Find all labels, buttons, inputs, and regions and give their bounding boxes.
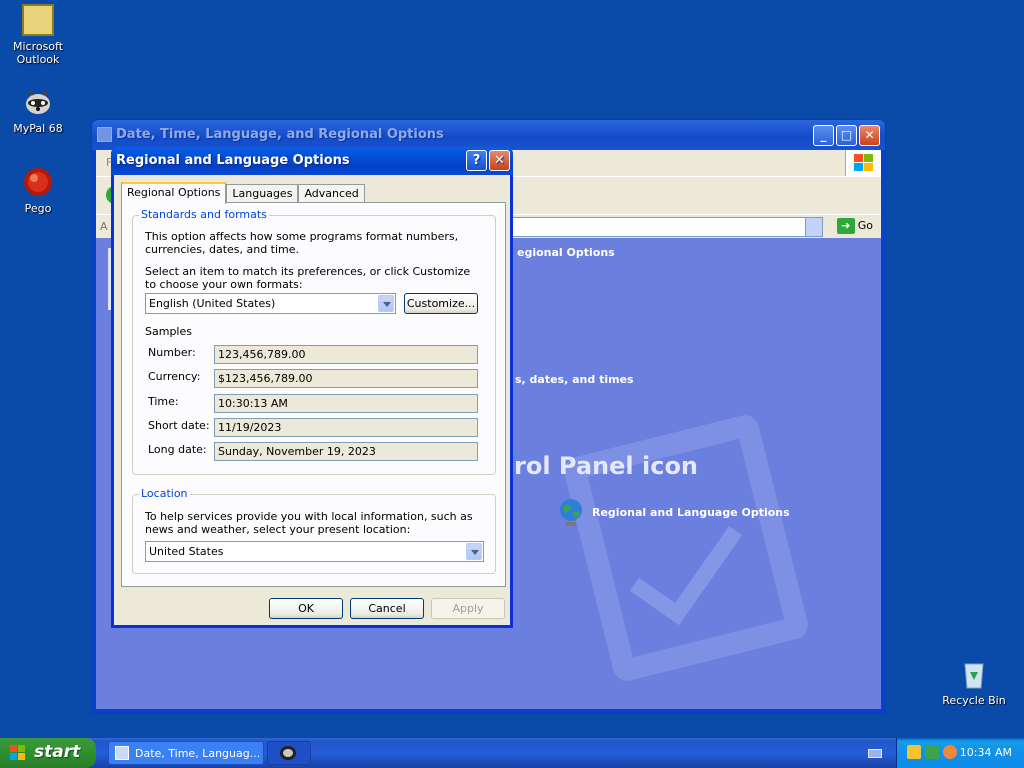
taskbar-item-label: Date, Time, Languag... — [135, 747, 261, 760]
windows-logo-icon — [845, 150, 881, 176]
location-select-value: United States — [149, 545, 224, 558]
locale-select[interactable]: English (United States) — [145, 293, 396, 314]
maximize-button[interactable]: □ — [836, 125, 857, 146]
apply-button[interactable]: Apply — [431, 598, 505, 619]
sample-time-label: Time: — [148, 395, 179, 408]
taskbar-item-control-panel[interactable]: Date, Time, Languag... — [108, 741, 264, 765]
raccoon-icon — [280, 746, 296, 760]
tab-pane-regional-options: Standards and formats This option affect… — [121, 202, 506, 587]
samples-label: Samples — [145, 325, 192, 338]
sample-short-date-value: 11/19/2023 — [214, 418, 478, 437]
locale-select-value: English (United States) — [149, 297, 276, 310]
help-button[interactable]: ? — [466, 150, 487, 171]
standards-formats-label: Standards and formats — [139, 208, 269, 221]
location-select[interactable]: United States — [145, 541, 484, 562]
customize-button[interactable]: Customize... — [404, 293, 478, 314]
taskbar: start Date, Time, Languag... 10:34 AM — [0, 738, 1024, 768]
security-shield-icon[interactable] — [907, 745, 921, 759]
control-panel-icon — [115, 746, 129, 760]
start-button[interactable]: start — [0, 738, 96, 768]
control-panel-icon — [97, 127, 112, 142]
control-panel-titlebar[interactable]: Date, Time, Language, and Regional Optio… — [92, 120, 885, 150]
globe-icon — [560, 499, 582, 526]
desktop-icon-label: Recycle Bin — [942, 694, 1006, 707]
clock: 10:34 AM — [959, 746, 1012, 759]
outlook-icon — [22, 4, 54, 36]
desktop-icon-recycle-bin[interactable]: Recycle Bin — [936, 658, 1012, 707]
recycle-bin-icon — [958, 658, 990, 690]
chevron-down-icon[interactable] — [378, 295, 394, 312]
dialog-title: Regional and Language Options — [116, 153, 350, 168]
desktop-icon-label: Microsoft Outlook — [12, 40, 64, 66]
dialog-titlebar[interactable]: Regional and Language Options ? ✕ — [111, 147, 513, 175]
sample-time-value: 10:30:13 AM — [214, 394, 478, 413]
cancel-button[interactable]: Cancel — [350, 598, 424, 619]
go-label: Go — [857, 219, 873, 232]
heading-regional-options: egional Options — [517, 246, 615, 259]
system-tray: 10:34 AM — [896, 738, 1024, 768]
location-description: To help services provide you with local … — [145, 510, 473, 536]
tab-strip: Regional Options Languages Advanced — [121, 181, 365, 204]
raccoon-icon — [22, 86, 54, 118]
sample-number-value: 123,456,789.00 — [214, 345, 478, 364]
sample-short-date-label: Short date: — [148, 419, 210, 432]
network-icon[interactable] — [925, 745, 939, 759]
location-label: Location — [139, 487, 190, 500]
close-button[interactable]: ✕ — [489, 150, 510, 171]
pego-icon — [22, 166, 54, 198]
regional-language-dialog[interactable]: Regional and Language Options ? ✕ Region… — [111, 147, 513, 628]
tab-regional-options[interactable]: Regional Options — [121, 182, 227, 204]
sample-currency-value: $123,456,789.00 — [214, 369, 478, 388]
sample-number-label: Number: — [148, 346, 196, 359]
window-controls: _ □ ✕ — [813, 125, 880, 146]
desktop-icon-label: MyPal 68 — [13, 122, 63, 135]
heading-pick-icon: rol Panel icon — [514, 452, 699, 480]
task-customize-formats[interactable]: s, dates, and times — [515, 373, 634, 386]
sample-long-date-value: Sunday, November 19, 2023 — [214, 442, 478, 461]
standards-select-prompt: Select an item to match its preferences,… — [145, 265, 471, 291]
minimize-button[interactable]: _ — [813, 125, 834, 146]
address-dropdown-icon[interactable] — [805, 218, 822, 236]
taskbar-item-mypal[interactable] — [267, 741, 311, 765]
start-label: start — [34, 742, 81, 762]
address-label: A — [100, 220, 108, 233]
search-icon[interactable] — [943, 745, 957, 759]
regional-language-link-label: Regional and Language Options — [592, 506, 790, 519]
location-group: Location To help services provide you wi… — [132, 487, 496, 574]
sample-long-date-label: Long date: — [148, 443, 207, 456]
sample-currency-label: Currency: — [148, 370, 201, 383]
go-arrow-icon: ➜ — [836, 218, 855, 234]
standards-description: This option affects how some programs fo… — [145, 230, 459, 256]
standards-formats-group: Standards and formats This option affect… — [132, 208, 496, 475]
tab-advanced[interactable]: Advanced — [298, 184, 365, 203]
windows-flag-icon — [10, 745, 27, 761]
desktop-icon-pego[interactable]: Pego — [0, 166, 76, 215]
control-panel-title: Date, Time, Language, and Regional Optio… — [116, 127, 444, 142]
tab-languages[interactable]: Languages — [226, 184, 299, 203]
close-button[interactable]: ✕ — [859, 125, 880, 146]
desktop-icon-mypal[interactable]: MyPal 68 — [0, 86, 76, 135]
dialog-controls: ? ✕ — [466, 150, 510, 171]
desktop-icon-outlook[interactable]: Microsoft Outlook — [0, 4, 76, 66]
go-button[interactable]: ➜ Go — [836, 218, 873, 234]
ok-button[interactable]: OK — [269, 598, 343, 619]
desktop-icon-label: Pego — [24, 202, 52, 215]
keyboard-icon[interactable] — [868, 749, 882, 758]
chevron-down-icon[interactable] — [466, 543, 482, 560]
